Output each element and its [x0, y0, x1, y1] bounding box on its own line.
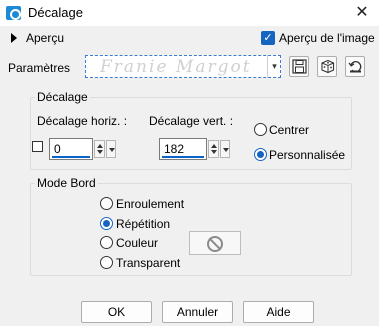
horiz-offset-dropdown[interactable]	[106, 140, 116, 158]
edge-mode-group-title: Mode Bord	[35, 176, 98, 190]
app-icon	[6, 6, 21, 20]
preset-value: Franie Margot	[100, 57, 252, 77]
wrap-radio[interactable]	[100, 197, 113, 210]
horiz-offset-value: 0	[54, 142, 61, 156]
spin-down-icon[interactable]	[97, 150, 103, 154]
close-button[interactable]: ✕	[351, 2, 373, 24]
preview-on-image-checkbox[interactable]: ✓	[261, 31, 275, 45]
preset-dropdown[interactable]: Franie Margot	[85, 55, 281, 78]
custom-radio-label[interactable]: Personnalisée	[269, 148, 345, 162]
vert-offset-dropdown[interactable]	[220, 140, 230, 158]
color-radio[interactable]	[100, 236, 113, 249]
vert-offset-value: 182	[164, 142, 185, 156]
wrap-radio-label[interactable]: Enroulement	[116, 197, 184, 211]
horiz-offset-spinner[interactable]	[94, 140, 105, 158]
vert-offset-input[interactable]: 182	[159, 138, 207, 160]
custom-radio[interactable]	[254, 148, 267, 161]
offset-group-title: Décalage	[35, 90, 90, 104]
reset-button[interactable]	[345, 56, 365, 77]
save-preset-button[interactable]	[289, 56, 309, 77]
spin-up-icon[interactable]	[211, 144, 217, 148]
repeat-radio-label[interactable]: Répétition	[116, 217, 170, 231]
center-radio-label[interactable]: Centrer	[269, 123, 309, 137]
transparent-radio-label[interactable]: Transparent	[116, 256, 180, 270]
horiz-offset-input[interactable]: 0	[49, 138, 93, 160]
chevron-down-icon	[109, 148, 115, 152]
transparent-radio[interactable]	[100, 256, 113, 269]
repeat-radio[interactable]	[100, 217, 113, 230]
chevron-down-icon	[223, 148, 229, 152]
randomize-dice-icon	[321, 59, 335, 74]
vert-offset-spinner[interactable]	[208, 140, 219, 158]
no-color-icon	[207, 236, 223, 252]
ok-button[interactable]: OK	[81, 301, 152, 323]
center-radio[interactable]	[254, 123, 267, 136]
params-label: Paramètres	[8, 61, 71, 75]
spin-up-icon[interactable]	[97, 144, 103, 148]
edge-color-swatch[interactable]	[189, 231, 241, 255]
reset-icon	[348, 61, 362, 73]
color-radio-label[interactable]: Couleur	[116, 236, 158, 250]
help-button[interactable]: Aide	[243, 301, 314, 323]
spin-down-icon[interactable]	[211, 150, 217, 154]
horiz-offset-label: Décalage horiz. :	[37, 114, 128, 128]
window-title: Décalage	[28, 5, 83, 20]
preview-on-image-label[interactable]: Aperçu de l'image	[279, 31, 375, 45]
vert-offset-underline	[162, 156, 204, 158]
randomize-button[interactable]	[317, 56, 337, 77]
edge-mode-group	[30, 183, 352, 276]
horiz-offset-underline	[52, 156, 90, 158]
link-offsets-checkbox[interactable]	[32, 141, 43, 152]
preview-toggle-label[interactable]: Aperçu	[26, 31, 64, 45]
vert-offset-label: Décalage vert. :	[149, 114, 234, 128]
save-preset-icon	[292, 59, 307, 74]
cancel-button[interactable]: Annuler	[162, 301, 233, 323]
preset-dropdown-arrow[interactable]: ▾	[267, 55, 281, 78]
expand-preview-arrow-icon[interactable]	[11, 33, 17, 43]
